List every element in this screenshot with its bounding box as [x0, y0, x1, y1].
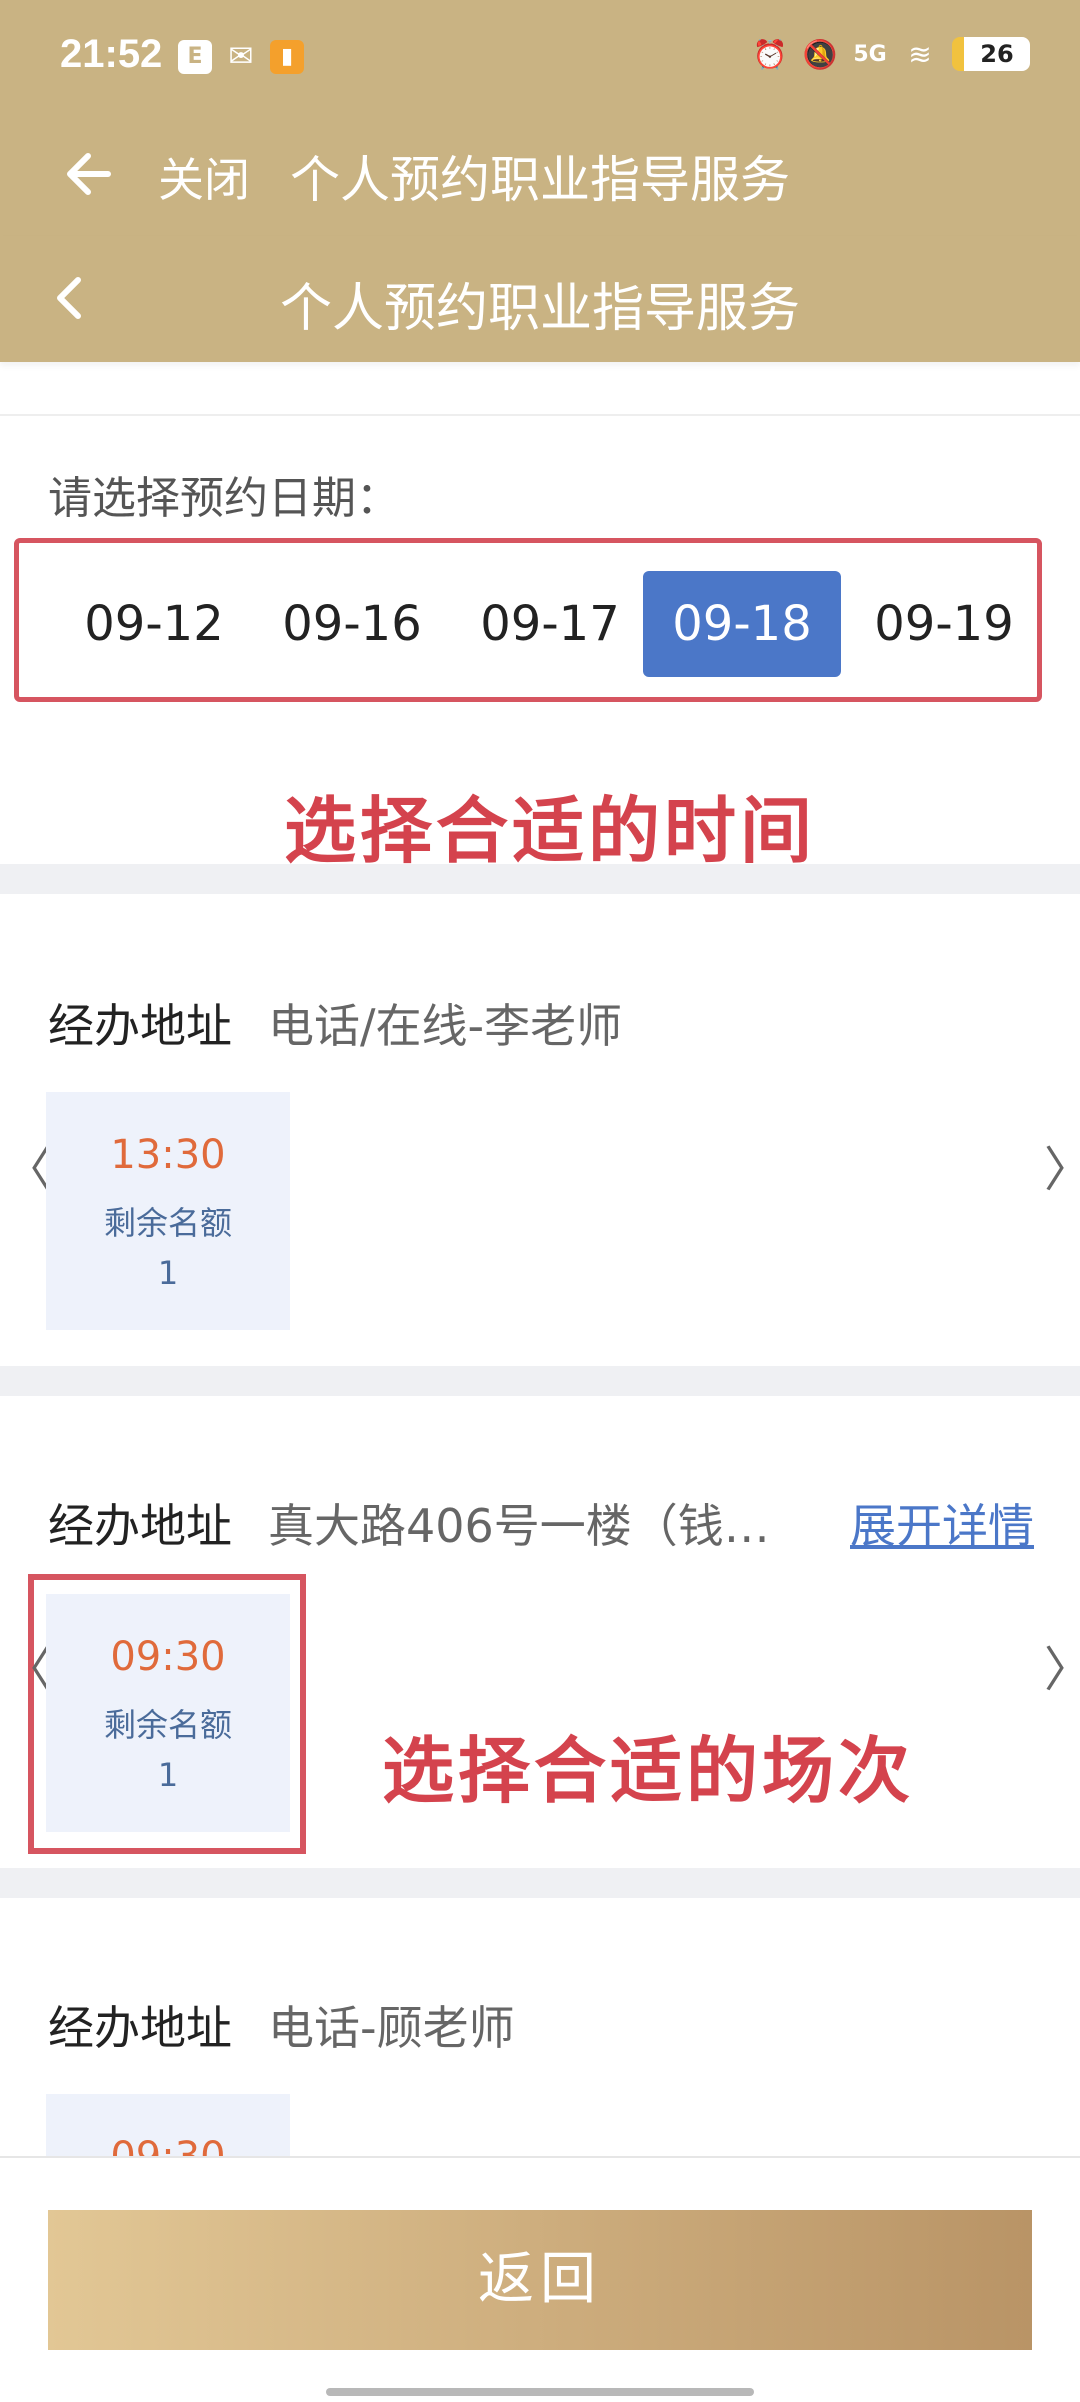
close-button[interactable]: 关闭 — [158, 144, 250, 210]
home-indicator[interactable] — [326, 2388, 754, 2396]
date-option-0917[interactable]: 09-17 — [451, 571, 649, 677]
date-picker: 09-12 09-16 09-17 09-18 09-19 — [14, 538, 1042, 702]
mute-icon: 🔕 — [802, 37, 838, 71]
status-icons: ⏰ 🔕 5G ≋ 26 — [752, 36, 1030, 72]
card-3-address: 电话-顾老师 — [268, 2001, 515, 2055]
card-2-prev-arrow-icon[interactable]: 〈 — [4, 1630, 52, 1700]
app-bar: 关闭 个人预约职业指导服务 — [0, 110, 1080, 236]
alarm-icon: ⏰ — [752, 37, 788, 71]
page-header: 个人预约职业指导服务 — [0, 236, 1080, 362]
section-separator — [0, 864, 1080, 894]
date-option-0918-selected[interactable]: 09-18 — [643, 571, 841, 677]
card-2-title: 经办地址 — [48, 1499, 232, 1553]
slot-label: 剩余名额 — [103, 1204, 232, 1242]
card-3-title: 经办地址 — [48, 2001, 232, 2055]
card-1-slot[interactable]: 13:30 剩余名额 1 — [46, 1092, 290, 1330]
slot-count: 1 — [157, 1254, 179, 1292]
slot-time: 13:30 — [110, 1132, 226, 1178]
annotation-select-time: 选择合适的时间 — [284, 789, 817, 873]
date-option-0912[interactable]: 09-12 — [55, 571, 253, 677]
back-button[interactable]: 返回 — [48, 2210, 1032, 2350]
slot-time: 09:30 — [110, 1634, 226, 1680]
card-1-prev-arrow-icon[interactable]: 〈 — [4, 1130, 52, 1200]
divider — [0, 414, 1080, 416]
app-title: 个人预约职业指导服务 — [290, 151, 790, 209]
date-label: 请选择预约日期： — [48, 473, 400, 524]
annotation-select-session: 选择合适的场次 — [382, 1729, 915, 1813]
date-option-0916[interactable]: 09-16 — [253, 571, 451, 677]
5g-signal-icon: 5G — [853, 41, 887, 67]
card-1-next-arrow-icon[interactable]: 〉 — [1044, 1130, 1080, 1200]
card-2-address: 真大路406号一楼（钱… — [268, 1499, 770, 1553]
card-2-next-arrow-icon[interactable]: 〉 — [1044, 1630, 1080, 1700]
card-2-slot[interactable]: 09:30 剩余名额 1 — [46, 1594, 290, 1832]
status-time: 21:52 — [60, 32, 163, 76]
card-3-slot[interactable]: 09:30 — [46, 2094, 290, 2156]
date-option-0919[interactable]: 09-19 — [845, 571, 1043, 677]
section-separator — [0, 1868, 1080, 1898]
wifi-icon: ≋ — [908, 37, 932, 71]
status-bar: 21:52 E ✉ ▮ ⏰ 🔕 5G ≋ 26 — [0, 0, 1080, 110]
top-bar: 21:52 E ✉ ▮ ⏰ 🔕 5G ≋ 26 关闭 个人预约职业指导服务 — [0, 0, 1080, 236]
bottom-bar: 返回 — [0, 2156, 1080, 2402]
battery-icon: 26 — [952, 37, 1030, 71]
slot-count: 1 — [157, 1756, 179, 1794]
section-separator — [0, 1366, 1080, 1396]
wechat-icon: ✉ — [228, 39, 254, 74]
expand-details-link[interactable]: 展开详情 — [850, 1490, 1034, 1556]
card-1-address: 电话/在线-李老师 — [268, 999, 623, 1053]
back-arrow-icon[interactable] — [56, 146, 112, 202]
card-1-title: 经办地址 — [48, 999, 232, 1053]
slot-label: 剩余名额 — [103, 1706, 232, 1744]
orange-app-icon: ▮ — [270, 40, 304, 74]
page-title: 个人预约职业指导服务 — [279, 279, 800, 339]
app-notification-icon: E — [178, 40, 212, 74]
slot-time: 09:30 — [46, 2134, 290, 2156]
